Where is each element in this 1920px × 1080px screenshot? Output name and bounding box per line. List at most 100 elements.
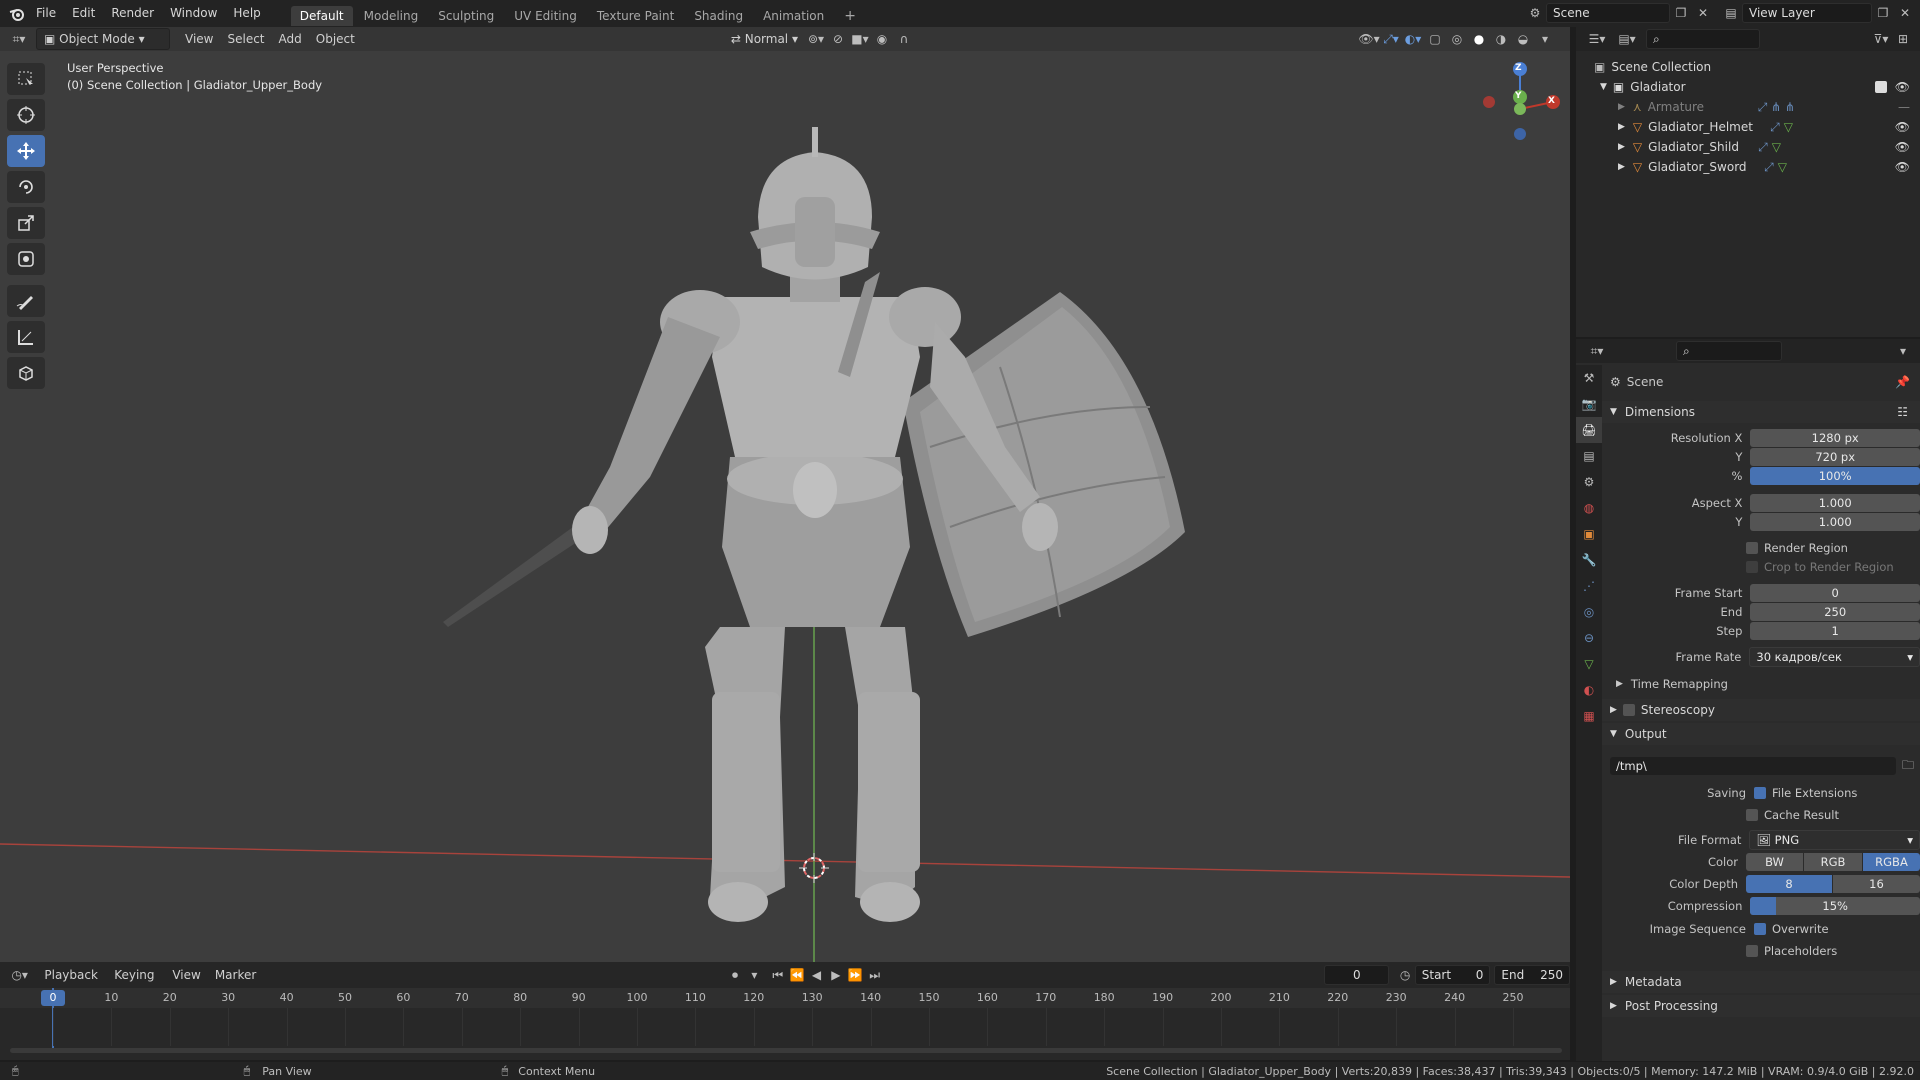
eye-icon[interactable]: 👁 <box>1895 120 1910 134</box>
tab-default[interactable]: Default <box>290 5 353 26</box>
current-frame-field[interactable]: 0 <box>1324 965 1390 985</box>
start-frame-field[interactable]: Start 0 <box>1414 965 1491 985</box>
resolution-y-field[interactable]: 720 px <box>1750 448 1920 466</box>
presets-icon[interactable]: ☷ <box>1897 405 1908 419</box>
next-keyframe-icon[interactable]: ⏩ <box>846 965 865 985</box>
tab-animation[interactable]: Animation <box>754 6 833 26</box>
time-remapping-subpanel[interactable]: ▶ Time Remapping <box>1616 674 1920 694</box>
copy-scene-icon[interactable]: ❐ <box>1670 3 1692 23</box>
output-path-input[interactable]: /tmp\ <box>1610 757 1896 775</box>
color-rgb-option[interactable]: RGB <box>1804 853 1862 871</box>
frame-rate-dropdown[interactable]: 30 кадров/сек ▾ <box>1749 647 1920 667</box>
world-tab-icon[interactable]: ◍ <box>1576 495 1602 521</box>
aspect-y-field[interactable]: 1.000 <box>1750 513 1920 531</box>
properties-editor-icon[interactable]: ⌗▾ <box>1586 341 1608 361</box>
data-tab-icon[interactable]: ▽ <box>1576 651 1602 677</box>
timeline-editor-icon[interactable]: ◷▾ <box>10 965 29 985</box>
color-rgba-option[interactable]: RGBA <box>1863 853 1920 871</box>
timeline-scrollbar[interactable] <box>10 1048 1562 1053</box>
display-mode-icon[interactable]: ▤▾ <box>1616 29 1638 49</box>
aspect-x-field[interactable]: 1.000 <box>1750 494 1920 512</box>
output-panel-header[interactable]: ▼ Output <box>1602 723 1920 745</box>
frame-start-field[interactable]: 0 <box>1750 584 1920 602</box>
crop-region-checkbox[interactable] <box>1746 561 1758 573</box>
frame-step-field[interactable]: 1 <box>1750 622 1920 640</box>
post-processing-panel-header[interactable]: ▶ Post Processing <box>1602 995 1920 1017</box>
menu-edit[interactable]: Edit <box>64 0 103 27</box>
disclosure-closed-icon[interactable]: ▶ <box>1618 122 1625 132</box>
jump-start-icon[interactable]: ⏮ <box>768 965 787 985</box>
outliner-item-helmet[interactable]: ▶ ▽ Gladiator_Helmet ⤢ ▽ 👁 <box>1576 117 1920 137</box>
folder-icon[interactable]: 🗀 <box>1902 756 1914 777</box>
eye-icon[interactable]: 👁 <box>1895 160 1910 174</box>
scene-tab-icon[interactable]: ⚙ <box>1576 469 1602 495</box>
scene-name-field[interactable]: Scene <box>1546 3 1670 23</box>
render-region-checkbox[interactable] <box>1746 542 1758 554</box>
depth-8-option[interactable]: 8 <box>1746 875 1832 893</box>
copy-view-layer-icon[interactable]: ❐ <box>1872 3 1894 23</box>
resolution-percent-slider[interactable]: 100% <box>1750 467 1920 485</box>
resolution-x-field[interactable]: 1280 px <box>1750 429 1920 447</box>
tab-texture-paint[interactable]: Texture Paint <box>588 6 683 26</box>
menu-window[interactable]: Window <box>162 0 225 27</box>
record-icon[interactable]: ⏺ <box>725 965 744 985</box>
placeholders-checkbox[interactable] <box>1746 945 1758 957</box>
overwrite-checkbox[interactable] <box>1754 923 1766 935</box>
color-bw-option[interactable]: BW <box>1746 853 1803 871</box>
menu-marker[interactable]: Marker <box>208 965 263 985</box>
menu-help[interactable]: Help <box>225 0 268 27</box>
disclosure-closed-icon[interactable]: ▶ <box>1618 162 1625 172</box>
compression-slider[interactable]: 15% <box>1750 897 1920 915</box>
scene-canvas[interactable] <box>0 27 1570 962</box>
outliner-item-shield[interactable]: ▶ ▽ Gladiator_Shild ⤢ ▽ 👁 <box>1576 137 1920 157</box>
file-extensions-checkbox[interactable] <box>1754 787 1766 799</box>
delete-scene-icon[interactable]: ✕ <box>1692 3 1714 23</box>
file-format-dropdown[interactable]: 🖼 PNG ▾ <box>1749 830 1920 850</box>
physics-tab-icon[interactable]: ◎ <box>1576 599 1602 625</box>
exclude-checkbox[interactable] <box>1874 81 1887 93</box>
disclosure-closed-icon[interactable]: ▶ <box>1618 142 1625 152</box>
particles-tab-icon[interactable]: ⋰ <box>1576 573 1602 599</box>
frame-end-field[interactable]: 250 <box>1750 603 1920 621</box>
jump-end-icon[interactable]: ⏭ <box>865 965 884 985</box>
tab-sculpting[interactable]: Sculpting <box>429 6 503 26</box>
play-reverse-icon[interactable]: ◀ <box>807 965 826 985</box>
scene-icon[interactable]: ⚙ <box>1524 3 1546 23</box>
object-tab-icon[interactable]: ▣ <box>1576 521 1602 547</box>
tab-shading[interactable]: Shading <box>685 6 752 26</box>
cache-result-checkbox[interactable] <box>1746 809 1758 821</box>
playhead-frame-badge[interactable]: 0 <box>41 990 65 1006</box>
stereoscopy-checkbox[interactable] <box>1622 704 1635 716</box>
dimensions-panel-header[interactable]: ▼ Dimensions ☷ <box>1602 401 1920 423</box>
texture-tab-icon[interactable]: ▦ <box>1576 703 1602 729</box>
view-layer-tab-icon[interactable]: ▤ <box>1576 443 1602 469</box>
outliner-scene-collection[interactable]: ▣ Scene Collection <box>1576 57 1920 77</box>
menu-file[interactable]: File <box>28 0 64 27</box>
view-layer-field[interactable]: View Layer <box>1742 3 1872 23</box>
play-icon[interactable]: ▶ <box>826 965 845 985</box>
menu-timeline-view[interactable]: View <box>165 965 207 985</box>
options-chevron-icon[interactable]: ▾ <box>1892 341 1914 361</box>
outliner-search-input[interactable]: ⌕ <box>1646 29 1760 49</box>
outliner-item-armature[interactable]: ▶ ⋏ Armature ⤢ ⋔ ⋔ — <box>1576 97 1920 117</box>
outliner-editor-icon[interactable]: ☰▾ <box>1586 29 1608 49</box>
metadata-panel-header[interactable]: ▶ Metadata <box>1602 971 1920 993</box>
outliner-gladiator-collection[interactable]: ▼ ▣ Gladiator 👁 <box>1576 77 1920 97</box>
hidden-dash-icon[interactable]: — <box>1898 100 1910 114</box>
depth-16-option[interactable]: 16 <box>1833 875 1920 893</box>
add-workspace-icon[interactable]: + <box>835 6 865 26</box>
blender-logo-icon[interactable] <box>6 4 28 24</box>
outliner-item-sword[interactable]: ▶ ▽ Gladiator_Sword ⤢ ▽ 👁 <box>1576 157 1920 177</box>
stereoscopy-panel-header[interactable]: ▶ Stereoscopy <box>1602 699 1920 721</box>
pin-icon[interactable]: 📌 <box>1895 375 1910 389</box>
render-tab-icon[interactable]: 📷 <box>1576 391 1602 417</box>
new-collection-icon[interactable]: ⊞ <box>1892 29 1914 49</box>
prev-keyframe-icon[interactable]: ⏪ <box>787 965 806 985</box>
end-frame-field[interactable]: End 250 <box>1494 965 1571 985</box>
eye-icon[interactable]: 👁 <box>1895 80 1910 94</box>
timeline-track[interactable]: 0 10 20 30 40 50 60 70 80 90 100 110 120 130 140 150 16… <box>0 988 1570 1060</box>
menu-render[interactable]: Render <box>103 0 162 27</box>
3d-viewport[interactable]: ⌗▾ ▣ Object Mode ▾ View Select Add Objec… <box>0 27 1570 962</box>
tool-tab-icon[interactable]: ⚒ <box>1576 365 1602 391</box>
disclosure-closed-icon[interactable]: ▶ <box>1618 102 1625 112</box>
